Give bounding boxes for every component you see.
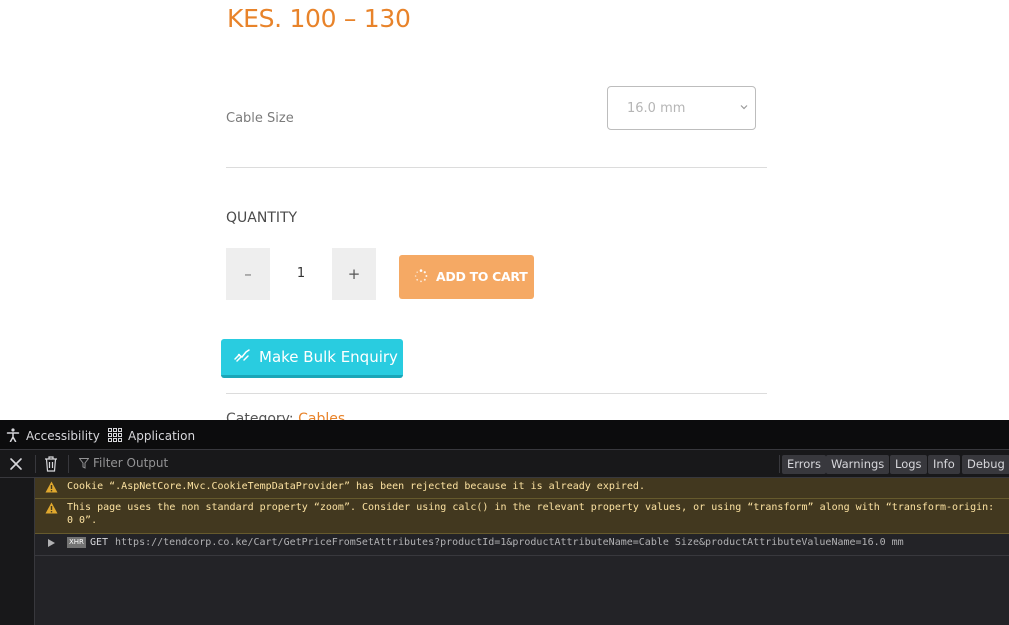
add-to-cart-button[interactable]: ADD TO CART	[399, 255, 534, 299]
category-label: Category:	[226, 411, 294, 420]
quantity-label: QUANTITY	[226, 210, 298, 226]
request-url[interactable]: https://tendcorp.co.ke/Cart/GetPriceFrom…	[115, 536, 904, 549]
console-message-text: This page uses the non standard property…	[67, 502, 1001, 526]
divider	[226, 167, 767, 168]
warning-icon	[45, 481, 58, 493]
filter-output-input[interactable]: Filter Output	[93, 456, 168, 470]
toolbar-separator	[68, 455, 69, 473]
filter-warnings-button[interactable]: Warnings	[826, 455, 890, 474]
filter-debug-button[interactable]: Debug	[962, 455, 1009, 474]
cable-size-select[interactable]: 16.0 mm	[607, 86, 756, 130]
filter-icon	[79, 458, 89, 469]
accessibility-icon	[6, 428, 20, 442]
warning-icon	[45, 502, 58, 514]
category-link[interactable]: Cables	[298, 411, 345, 420]
console-gutter	[0, 478, 35, 625]
xhr-badge: XHR	[67, 537, 86, 548]
chevron-down-icon	[740, 105, 748, 110]
add-to-cart-label: ADD TO CART	[436, 269, 528, 284]
bulk-enquiry-label: Make Bulk Enquiry	[259, 348, 398, 366]
filter-info-button[interactable]: Info	[928, 455, 960, 474]
close-icon[interactable]	[8, 456, 24, 472]
application-grid-icon	[108, 428, 122, 442]
product-page: KES. 100 – 130 Cable Size 16.0 mm QUANTI…	[0, 0, 1009, 420]
divider	[226, 393, 767, 394]
toolbar-separator	[779, 455, 780, 473]
tab-accessibility-label: Accessibility	[26, 429, 100, 443]
quantity-increase-button[interactable]: +	[332, 248, 376, 300]
filter-errors-button[interactable]: Errors	[782, 455, 827, 474]
tab-application-label: Application	[128, 429, 196, 443]
expand-triangle-icon[interactable]	[48, 539, 55, 547]
category-line: Category: Cables	[226, 411, 345, 420]
handshake-icon	[234, 349, 250, 362]
console-toolbar: Filter Output Errors Warnings Logs Info …	[0, 450, 1009, 478]
quantity-decrease-button[interactable]: –	[226, 248, 270, 300]
console-message-text: Cookie “.AspNetCore.Mvc.CookieTempDataPr…	[67, 481, 645, 492]
devtools-tab-bar: Accessibility Application	[0, 420, 1009, 450]
cable-size-value: 16.0 mm	[627, 101, 686, 116]
filter-logs-button[interactable]: Logs	[890, 455, 927, 474]
price-range: KES. 100 – 130	[227, 4, 411, 33]
console-message-warning: This page uses the non standard property…	[35, 499, 1009, 534]
bulk-enquiry-button[interactable]: Make Bulk Enquiry	[221, 339, 403, 378]
request-method: GET	[90, 537, 109, 548]
trash-icon[interactable]	[44, 456, 58, 472]
toolbar-separator	[35, 455, 36, 473]
devtools-panel: Accessibility Application Filter Output	[0, 420, 1009, 625]
tab-application[interactable]: Application	[108, 428, 195, 443]
loading-spinner-icon	[414, 269, 428, 283]
cable-size-label: Cable Size	[226, 111, 294, 126]
tab-accessibility[interactable]: Accessibility	[6, 428, 100, 443]
quantity-input[interactable]: 1	[270, 248, 332, 300]
console-message-warning: Cookie “.AspNetCore.Mvc.CookieTempDataPr…	[35, 478, 1009, 499]
quantity-stepper: – 1 +	[226, 248, 376, 300]
console-network-request[interactable]: XHR GET https://tendcorp.co.ke/Cart/GetP…	[35, 534, 1009, 556]
